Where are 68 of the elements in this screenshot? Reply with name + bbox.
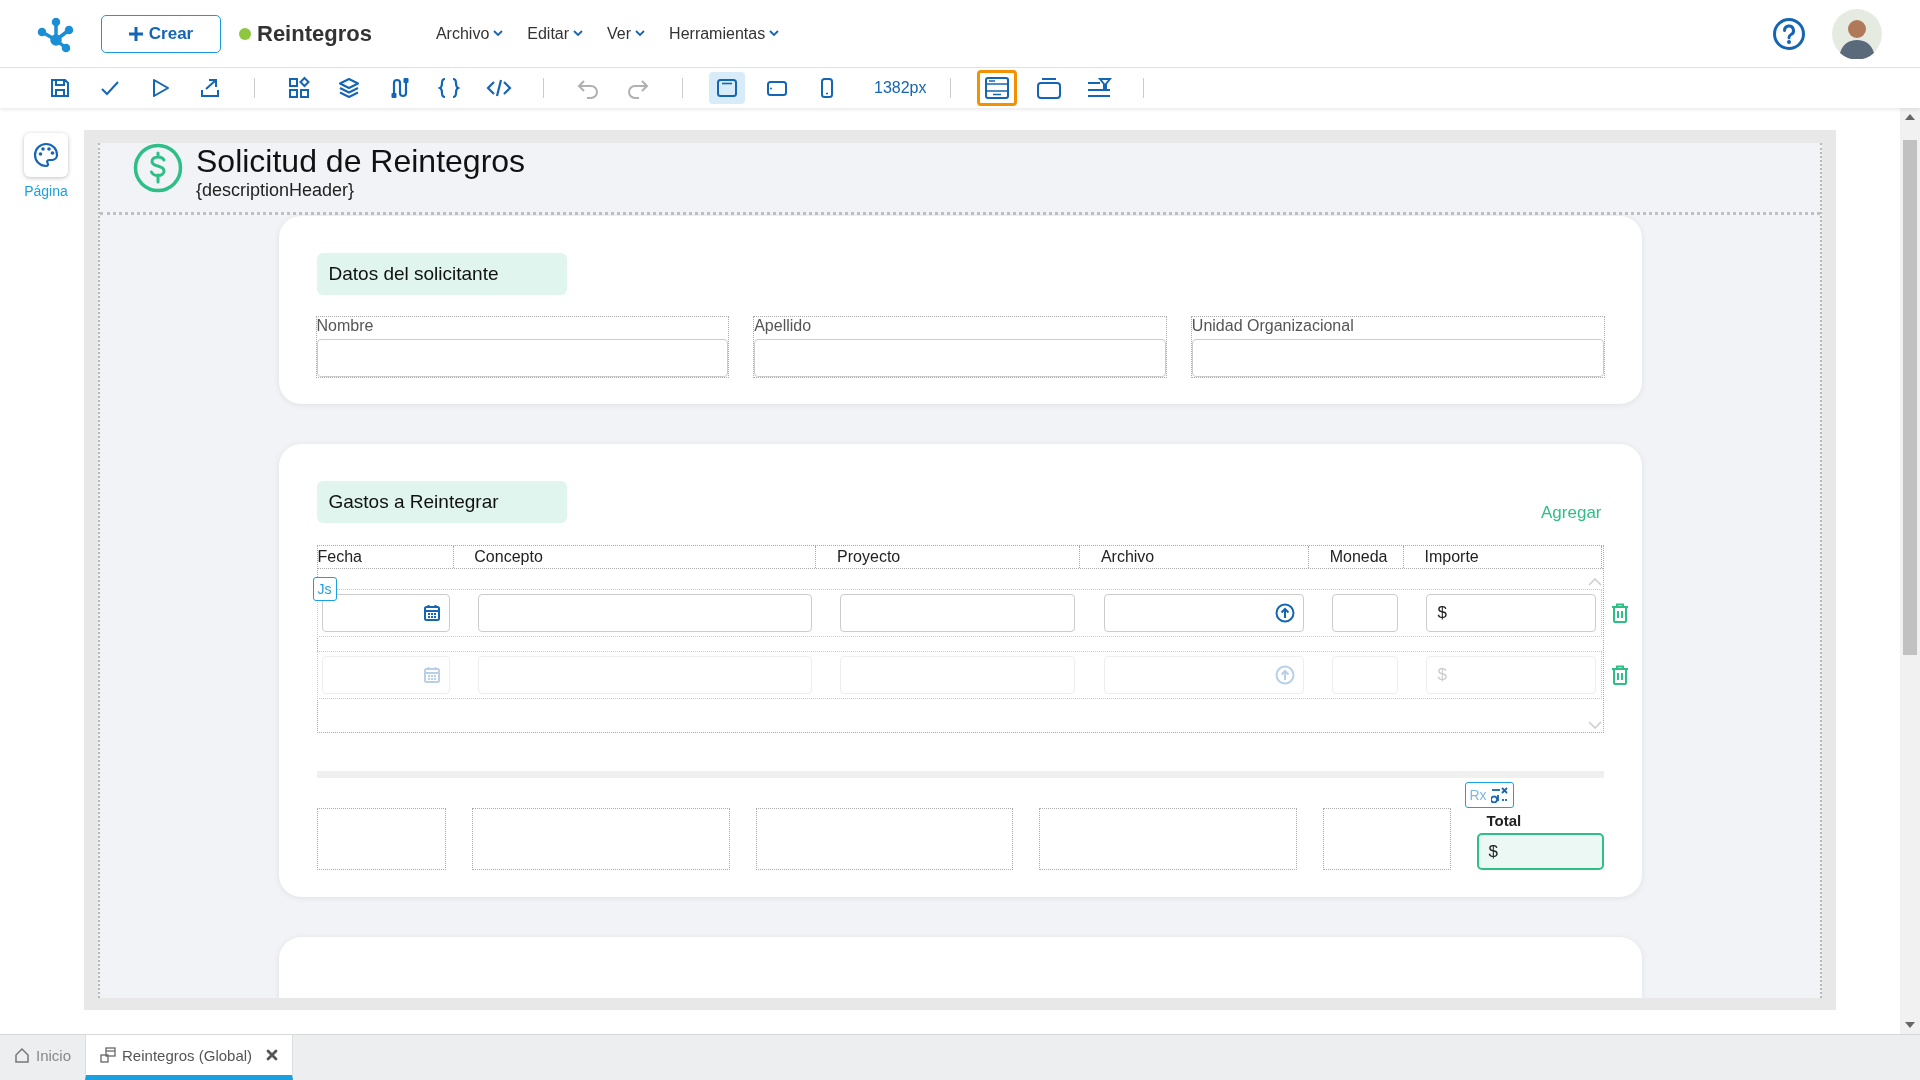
form-icon xyxy=(100,1047,117,1063)
dollar-icon xyxy=(133,143,183,193)
section-title: Gastos a Reintegrar xyxy=(316,481,567,523)
section-title: Datos del solicitante xyxy=(316,253,567,295)
column-header: Importe xyxy=(1424,546,1603,568)
chevron-down-icon xyxy=(635,30,646,37)
save-icon xyxy=(49,77,71,99)
undo-icon xyxy=(576,77,600,99)
menu-item[interactable]: Editar xyxy=(527,24,584,43)
viewport-width: 1382px xyxy=(874,79,927,97)
input-field[interactable] xyxy=(1332,594,1399,632)
upload-icon xyxy=(1274,665,1295,685)
page-layout-button[interactable] xyxy=(976,70,1017,106)
status-dot-icon xyxy=(239,27,251,40)
clear-format-icon xyxy=(1490,787,1509,803)
close-icon[interactable] xyxy=(266,1049,279,1061)
page-style-button[interactable] xyxy=(24,133,68,177)
column-header: Concepto xyxy=(474,546,817,568)
upload-icon xyxy=(1274,603,1295,623)
field-label: Apellido xyxy=(754,317,813,336)
desktop-view-button[interactable] xyxy=(709,72,745,104)
column-header: Archivo xyxy=(1100,546,1309,568)
desktop-icon xyxy=(716,77,738,99)
menu-item[interactable]: Ver xyxy=(607,24,646,43)
scrollbar[interactable] xyxy=(1900,108,1920,1034)
field-label: Unidad Organizacional xyxy=(1191,317,1355,336)
total-field[interactable]: $ xyxy=(1476,833,1604,870)
page-style-label: Página xyxy=(24,183,68,199)
app-name: Reintegros xyxy=(257,20,372,47)
scroll-up-arrow-icon[interactable] xyxy=(1905,114,1915,120)
help-icon[interactable] xyxy=(1772,16,1806,51)
date-field[interactable] xyxy=(321,594,450,632)
palette-icon xyxy=(33,142,59,168)
document-tab[interactable]: Reintegros (Global) xyxy=(85,1035,294,1080)
column-header: Proyecto xyxy=(837,546,1081,568)
field-label: Nombre xyxy=(316,317,375,336)
filter-icon xyxy=(1085,76,1112,100)
amount-field[interactable]: $ xyxy=(1426,594,1597,632)
column-header: Fecha xyxy=(317,546,454,568)
chevron-down-icon xyxy=(769,30,780,37)
components-icon xyxy=(287,76,311,100)
input-field[interactable] xyxy=(754,339,1166,377)
scroll-down-arrow-icon[interactable] xyxy=(1905,1022,1915,1028)
redo-icon xyxy=(626,77,650,99)
calendar-icon xyxy=(422,604,441,622)
calendar-icon xyxy=(422,666,441,684)
file-field[interactable] xyxy=(1103,594,1304,632)
total-label: Total xyxy=(1485,812,1522,831)
avatar[interactable] xyxy=(1832,8,1882,59)
input-field[interactable] xyxy=(840,594,1076,632)
form-description: {descriptionHeader} xyxy=(196,180,356,201)
chevron-down-icon xyxy=(493,30,504,37)
input-field[interactable] xyxy=(477,594,812,632)
export-icon xyxy=(199,77,221,99)
create-button[interactable]: Crear xyxy=(101,14,221,53)
menu-item[interactable]: Herramientas xyxy=(669,24,780,43)
input-field[interactable] xyxy=(1191,339,1604,377)
home-icon xyxy=(14,1047,30,1063)
layers-icon xyxy=(337,76,361,100)
chevron-down-icon xyxy=(573,30,584,37)
container-icon xyxy=(1035,76,1062,100)
page-layout-icon xyxy=(983,76,1010,100)
braces-icon xyxy=(437,76,461,100)
input-field[interactable] xyxy=(316,339,729,377)
plus-icon xyxy=(128,26,143,41)
form-title: Solicitud de Reintegros xyxy=(196,143,526,179)
column-header: Moneda xyxy=(1329,546,1404,568)
menu-item[interactable]: Archivo xyxy=(435,24,504,43)
